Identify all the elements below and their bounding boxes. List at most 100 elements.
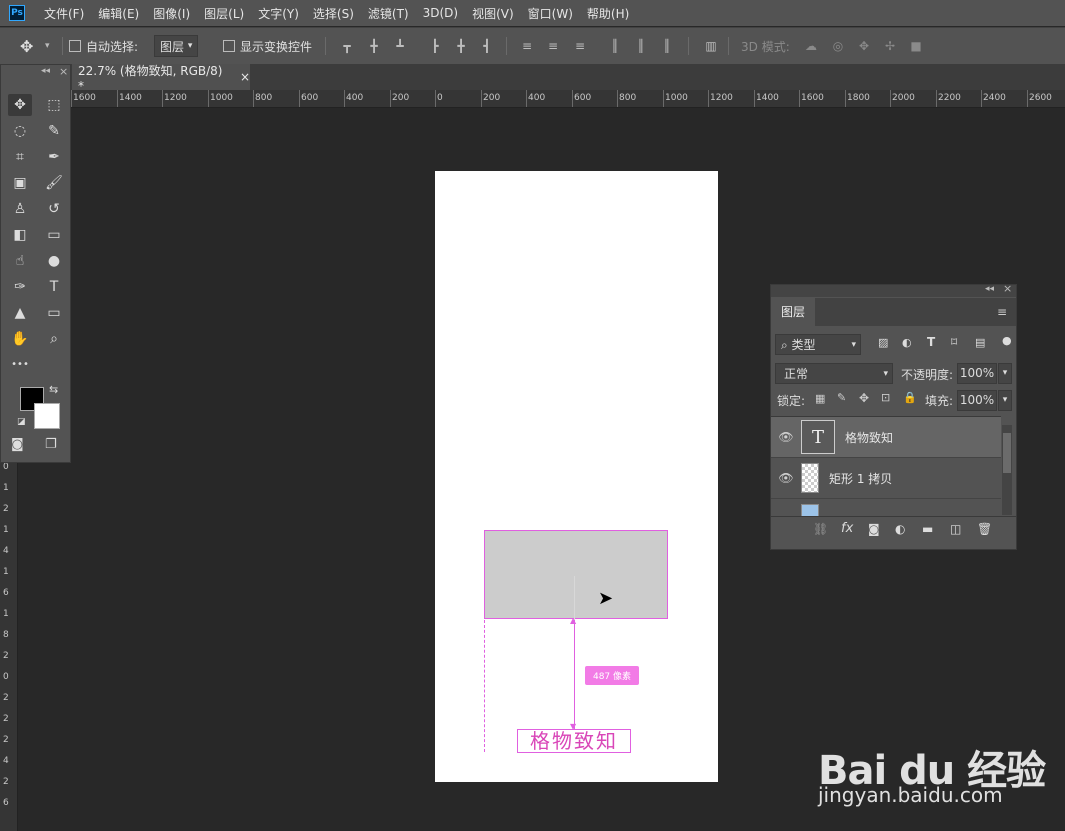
chevron-down-icon[interactable]: ▾ (998, 363, 1012, 384)
quick-select-tool-icon[interactable]: ✎ (42, 120, 66, 142)
adjustment-icon[interactable]: ◐ (895, 522, 905, 536)
menu-image[interactable]: 图像(I) (146, 5, 197, 22)
blend-mode-dropdown[interactable]: 正常 ▾ (775, 363, 893, 384)
distribute-bottom-icon[interactable]: ≡ (573, 39, 587, 53)
chevron-down-icon[interactable]: ▾ (998, 390, 1012, 411)
menu-edit[interactable]: 编辑(E) (91, 5, 146, 22)
new-layer-icon[interactable]: ◫ (950, 522, 961, 536)
move-tool-icon[interactable]: ✥ (8, 94, 32, 116)
hand-tool-icon[interactable]: ✋ (8, 328, 32, 350)
align-right-icon[interactable]: ┫ (480, 39, 494, 53)
document-tab[interactable]: 22.7% (格物致知, RGB/8) * × (72, 64, 250, 93)
close-icon[interactable]: × (59, 65, 68, 78)
align-top-icon[interactable]: ┳ (340, 39, 354, 53)
quick-mask-icon[interactable]: ◙ (11, 437, 24, 452)
distribute-right-icon[interactable]: ║ (660, 39, 674, 53)
zoom-tool-icon[interactable]: ⌕ (42, 328, 66, 350)
shape-tool-icon[interactable]: ▭ (42, 302, 66, 324)
distribute-top-icon[interactable]: ≡ (520, 39, 534, 53)
horizontal-ruler[interactable]: 1600 1400 1200 1000 800 600 400 200 0 200 400 600 80… (0, 90, 1065, 108)
collapse-panel-icon[interactable]: ◂◂ (41, 66, 50, 76)
close-icon[interactable]: × (1003, 282, 1012, 295)
menu-layer[interactable]: 图层(L) (197, 5, 251, 22)
align-left-icon[interactable]: ┣ (428, 39, 442, 53)
brush-tool-icon[interactable]: 🖌 (42, 172, 66, 194)
canvas-text-layer[interactable]: 格物致知 (517, 729, 631, 753)
filter-adjustment-icon[interactable]: ◐ (902, 336, 912, 349)
3d-roll-icon[interactable]: ◎ (831, 39, 845, 53)
align-bottom-icon[interactable]: ┻ (393, 39, 407, 53)
menu-window[interactable]: 窗口(W) (521, 5, 580, 22)
3d-orbit-icon[interactable]: ☁ (804, 39, 818, 53)
type-tool-icon[interactable]: T (42, 276, 66, 298)
smudge-tool-icon[interactable]: ☝ (8, 250, 32, 272)
layer-row-partial[interactable] (771, 499, 1001, 517)
layer-row-text[interactable]: 👁 T 格物致知 (771, 417, 1001, 458)
align-vcenter-icon[interactable]: ╋ (367, 39, 381, 53)
selected-gray-rectangle[interactable] (484, 530, 668, 619)
3d-scale-icon[interactable]: ■ (909, 39, 923, 53)
lock-pixels-icon[interactable]: ✎ (837, 391, 846, 404)
layer-row-rect[interactable]: 👁 矩形 1 拷贝 (771, 458, 1001, 499)
menu-3d[interactable]: 3D(D) (416, 6, 465, 20)
menu-select[interactable]: 选择(S) (306, 5, 361, 22)
link-icon[interactable]: ⛓ (813, 522, 828, 536)
path-select-tool-icon[interactable]: ▲ (8, 302, 32, 324)
checkbox-icon[interactable] (223, 40, 235, 52)
screen-mode-icon[interactable]: ❐ (45, 437, 57, 452)
lasso-tool-icon[interactable]: ◌ (8, 120, 32, 142)
marquee-tool-icon[interactable]: ⬚ (42, 94, 66, 116)
filter-type-icon[interactable]: T (927, 335, 935, 349)
lock-position-icon[interactable]: ✥ (859, 391, 869, 405)
mask-icon[interactable]: ◙ (868, 522, 880, 536)
pen-tool-icon[interactable]: ✑ (8, 276, 32, 298)
default-colors-icon[interactable]: ◪ (17, 417, 26, 427)
eraser-tool-icon[interactable]: ◧ (8, 224, 32, 246)
folder-icon[interactable]: ▬ (922, 522, 933, 536)
eyedropper-tool-icon[interactable]: ✒ (42, 146, 66, 168)
3d-slide-icon[interactable]: ✢ (883, 39, 897, 53)
lock-transparency-icon[interactable]: ▦ (815, 392, 825, 405)
panel-menu-icon[interactable]: ≡ (997, 305, 1007, 319)
menu-view[interactable]: 视图(V) (465, 5, 521, 22)
checkbox-icon[interactable] (69, 40, 81, 52)
distribute-left-icon[interactable]: ║ (608, 39, 622, 53)
lock-all-icon[interactable]: 🔒 (903, 391, 917, 404)
layer-filter-dropdown[interactable]: ⌕ 类型 ▾ (775, 334, 861, 355)
menu-filter[interactable]: 滤镜(T) (361, 5, 416, 22)
menu-type[interactable]: 文字(Y) (251, 5, 306, 22)
filter-toggle-icon[interactable]: ● (1002, 334, 1012, 347)
menu-help[interactable]: 帮助(H) (580, 5, 636, 22)
tab-layers[interactable]: 图层 (771, 298, 815, 326)
auto-select-checkbox[interactable]: 自动选择: (69, 28, 138, 64)
dodge-tool-icon[interactable]: ● (42, 250, 66, 272)
layer-name[interactable]: 格物致知 (845, 429, 893, 446)
chevron-down-icon[interactable]: ▾ (45, 28, 50, 64)
fx-icon[interactable]: fx (841, 521, 853, 536)
move-tool-preset-icon[interactable]: ✥ (20, 28, 33, 64)
auto-align-icon[interactable]: ▥ (704, 39, 718, 53)
auto-select-dropdown[interactable]: 图层 ▾ (154, 28, 199, 64)
collapse-panel-icon[interactable]: ◂◂ (985, 284, 994, 294)
lock-artboard-icon[interactable]: ⊡ (881, 391, 890, 404)
filter-smart-object-icon[interactable]: ▤ (975, 336, 985, 349)
filter-shape-icon[interactable]: ⌑ (951, 335, 957, 349)
gradient-tool-icon[interactable]: ▭ (42, 224, 66, 246)
opacity-input[interactable]: 100% (957, 363, 997, 384)
align-hcenter-icon[interactable]: ╋ (454, 39, 468, 53)
menu-file[interactable]: 文件(F) (37, 5, 91, 22)
crop-tool-icon[interactable]: ⌗ (8, 146, 32, 168)
layer-name[interactable]: 矩形 1 拷贝 (829, 470, 892, 487)
distribute-vcenter-icon[interactable]: ≡ (546, 39, 560, 53)
background-color-swatch[interactable] (34, 403, 60, 429)
fill-input[interactable]: 100% (957, 390, 997, 411)
trash-icon[interactable]: 🗑 (977, 522, 992, 536)
filter-pixel-icon[interactable]: ▨ (878, 336, 888, 349)
3d-pan-icon[interactable]: ✥ (857, 39, 871, 53)
swap-colors-icon[interactable]: ⇆ (49, 383, 58, 396)
close-icon[interactable]: × (240, 70, 250, 84)
eye-icon[interactable]: 👁 (771, 471, 801, 485)
show-transform-checkbox[interactable]: 显示变换控件 (223, 28, 312, 64)
eye-icon[interactable]: 👁 (771, 430, 801, 444)
layers-scrollbar[interactable] (1002, 425, 1012, 515)
